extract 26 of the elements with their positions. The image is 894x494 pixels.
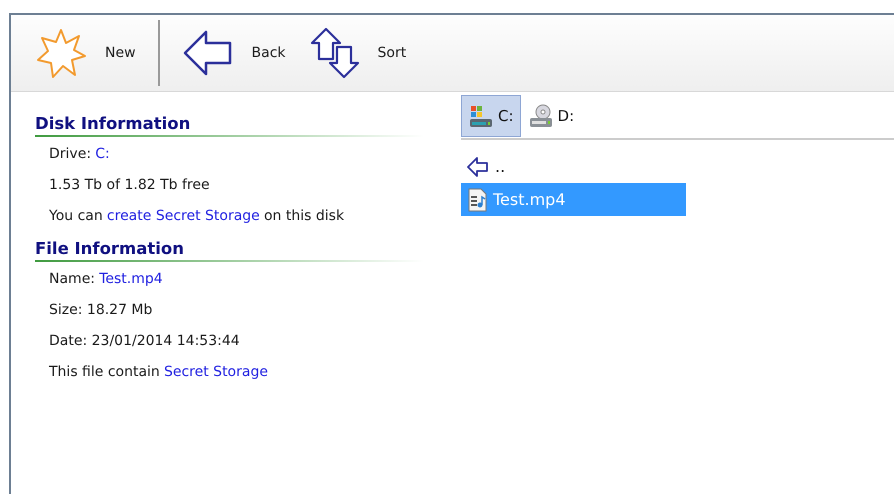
drive-button[interactable]: C: bbox=[461, 95, 521, 137]
link[interactable]: create Secret Storage bbox=[106, 208, 260, 224]
link[interactable]: Secret Storage bbox=[164, 364, 268, 380]
info-line: Name: Test.mp4 bbox=[49, 270, 164, 288]
file-item[interactable]: .. bbox=[461, 150, 686, 183]
audio-file-icon bbox=[467, 188, 487, 212]
info-line: This file contain Secret Storage bbox=[49, 363, 269, 381]
link[interactable]: Test.mp4 bbox=[99, 271, 163, 287]
info-line: Date: 23/01/2014 14:53:44 bbox=[49, 332, 241, 350]
section-heading: Disk Information bbox=[35, 114, 190, 133]
disc-drive-icon bbox=[528, 103, 554, 129]
toolbar-button[interactable]: Sort bbox=[298, 23, 418, 83]
link[interactable]: C: bbox=[95, 146, 110, 162]
left-arrow-icon bbox=[182, 29, 234, 77]
info-line: Size: 18.27 Mb bbox=[49, 301, 154, 319]
toolbar-button[interactable]: New bbox=[23, 23, 148, 83]
section-heading: File Information bbox=[35, 239, 184, 258]
toolbar-button[interactable]: Back bbox=[170, 23, 298, 83]
sort-arrows-icon bbox=[310, 27, 360, 79]
star-icon bbox=[35, 27, 87, 79]
left-arrow-icon bbox=[467, 156, 489, 176]
info-line: You can create Secret Storage on this disk bbox=[49, 207, 346, 225]
info-line: Drive: C: bbox=[49, 145, 111, 163]
drive-icon bbox=[468, 103, 494, 129]
info-line: 1.53 Tb of 1.82 Tb free bbox=[49, 176, 211, 194]
drive-button[interactable]: D: bbox=[520, 95, 582, 137]
